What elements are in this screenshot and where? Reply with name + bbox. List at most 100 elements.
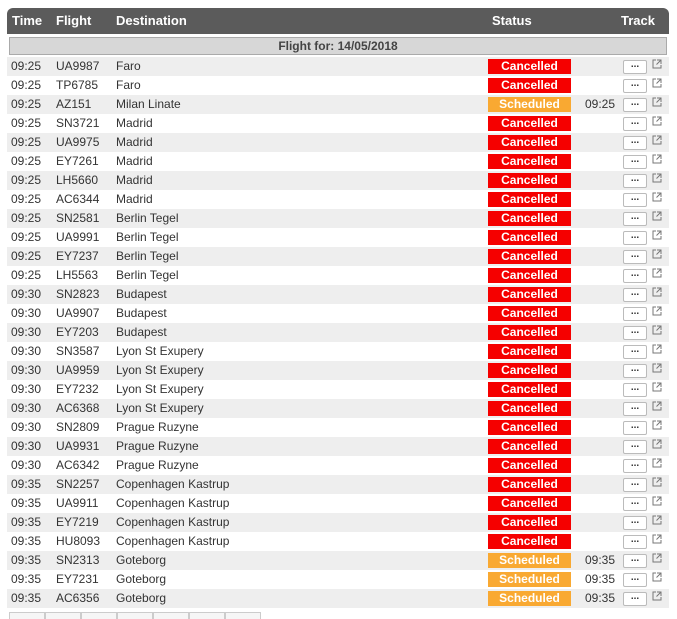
more-button[interactable]: ... (623, 402, 647, 416)
external-link-icon[interactable] (652, 59, 662, 69)
flight-time: 09:35 (11, 496, 42, 510)
more-button[interactable]: ... (623, 554, 647, 568)
external-link-icon[interactable] (652, 553, 662, 563)
external-link-icon[interactable] (652, 192, 662, 202)
flight-destination: Madrid (116, 116, 153, 130)
flight-time: 09:25 (11, 249, 42, 263)
more-button[interactable]: ... (623, 459, 647, 473)
status-badge: Cancelled (488, 306, 571, 321)
external-link-icon[interactable] (652, 287, 662, 297)
external-link-icon[interactable] (652, 477, 662, 487)
external-link-icon[interactable] (652, 268, 662, 278)
external-link-icon[interactable] (652, 78, 662, 88)
more-button[interactable]: ... (623, 212, 647, 226)
flight-destination: Prague Ruzyne (116, 439, 199, 453)
more-button[interactable]: ... (623, 383, 647, 397)
more-button[interactable]: ... (623, 421, 647, 435)
flight-destination: Copenhagen Kastrup (116, 515, 230, 529)
status-badge: Cancelled (488, 287, 571, 302)
more-button[interactable]: ... (623, 497, 647, 511)
external-link-icon[interactable] (652, 230, 662, 240)
external-link-icon[interactable] (652, 382, 662, 392)
more-button[interactable]: ... (623, 60, 647, 74)
flight-number: EY7232 (56, 382, 99, 396)
external-link-icon[interactable] (652, 249, 662, 259)
external-link-icon[interactable] (652, 439, 662, 449)
external-link-icon[interactable] (652, 135, 662, 145)
more-button[interactable]: ... (623, 250, 647, 264)
more-button[interactable]: ... (623, 573, 647, 587)
flight-row: 09:30 EY7203 Budapest Cancelled... (7, 323, 669, 342)
external-link-icon[interactable] (652, 534, 662, 544)
status-badge: Cancelled (488, 344, 571, 359)
flight-destination: Lyon St Exupery (116, 382, 204, 396)
external-link-icon[interactable] (652, 116, 662, 126)
more-button[interactable]: ... (623, 535, 647, 549)
flight-row: 09:35 SN2313 Goteborg Scheduled 09:35... (7, 551, 669, 570)
col-header-time[interactable]: Time (12, 13, 42, 28)
external-link-icon[interactable] (652, 420, 662, 430)
status-badge: Cancelled (488, 59, 571, 74)
more-button[interactable]: ... (623, 174, 647, 188)
external-link-icon[interactable] (652, 97, 662, 107)
flight-destination: Prague Ruzyne (116, 458, 199, 472)
flight-row: 09:35 AC6356 Goteborg Scheduled 09:35... (7, 589, 669, 608)
external-link-icon[interactable] (652, 458, 662, 468)
more-button[interactable]: ... (623, 326, 647, 340)
flight-number: SN2809 (56, 420, 100, 434)
external-link-icon[interactable] (652, 401, 662, 411)
flight-number: AZ151 (56, 97, 92, 111)
flight-number: AC6368 (56, 401, 100, 415)
external-link-icon[interactable] (652, 591, 662, 601)
status-badge: Scheduled (488, 553, 571, 568)
more-button[interactable]: ... (623, 345, 647, 359)
external-link-icon[interactable] (652, 325, 662, 335)
flight-board: Time Flight Destination Status Track Fli… (7, 8, 669, 608)
more-button[interactable]: ... (623, 364, 647, 378)
more-button[interactable]: ... (623, 79, 647, 93)
external-link-icon[interactable] (652, 496, 662, 506)
more-button[interactable]: ... (623, 269, 647, 283)
col-header-destination[interactable]: Destination (116, 13, 187, 28)
status-badge: Cancelled (488, 363, 571, 378)
more-button[interactable]: ... (623, 136, 647, 150)
external-link-icon[interactable] (652, 306, 662, 316)
col-header-flight[interactable]: Flight (56, 13, 91, 28)
more-button[interactable]: ... (623, 288, 647, 302)
flight-number: HU8093 (56, 534, 101, 548)
more-button[interactable]: ... (623, 440, 647, 454)
flight-time: 09:35 (11, 534, 42, 548)
flight-row: 09:30 UA9907 Budapest Cancelled... (7, 304, 669, 323)
flight-row: 09:25 LH5660 Madrid Cancelled... (7, 171, 669, 190)
more-button[interactable]: ... (623, 155, 647, 169)
more-button[interactable]: ... (623, 307, 647, 321)
more-button[interactable]: ... (623, 592, 647, 606)
col-header-track[interactable]: Track (621, 13, 655, 28)
more-button[interactable]: ... (623, 478, 647, 492)
flight-destination: Budapest (116, 325, 167, 339)
flight-number: SN3721 (56, 116, 100, 130)
more-button[interactable]: ... (623, 231, 647, 245)
external-link-icon[interactable] (652, 515, 662, 525)
flight-number: AC6344 (56, 192, 100, 206)
more-button[interactable]: ... (623, 516, 647, 530)
external-link-icon[interactable] (652, 211, 662, 221)
col-header-status[interactable]: Status (492, 13, 532, 28)
flight-destination: Madrid (116, 135, 153, 149)
flight-number: SN3587 (56, 344, 100, 358)
flight-destination: Lyon St Exupery (116, 363, 204, 377)
flight-number: UA9975 (56, 135, 100, 149)
estimated-time: 09:35 (585, 591, 616, 605)
external-link-icon[interactable] (652, 173, 662, 183)
more-button[interactable]: ... (623, 193, 647, 207)
external-link-icon[interactable] (652, 344, 662, 354)
more-button[interactable]: ... (623, 98, 647, 112)
external-link-icon[interactable] (652, 572, 662, 582)
flight-row: 09:25 UA9987 Faro Cancelled... (7, 57, 669, 76)
external-link-icon[interactable] (652, 363, 662, 373)
flight-destination: Budapest (116, 287, 167, 301)
status-badge: Cancelled (488, 211, 571, 226)
status-badge: Cancelled (488, 420, 571, 435)
more-button[interactable]: ... (623, 117, 647, 131)
external-link-icon[interactable] (652, 154, 662, 164)
